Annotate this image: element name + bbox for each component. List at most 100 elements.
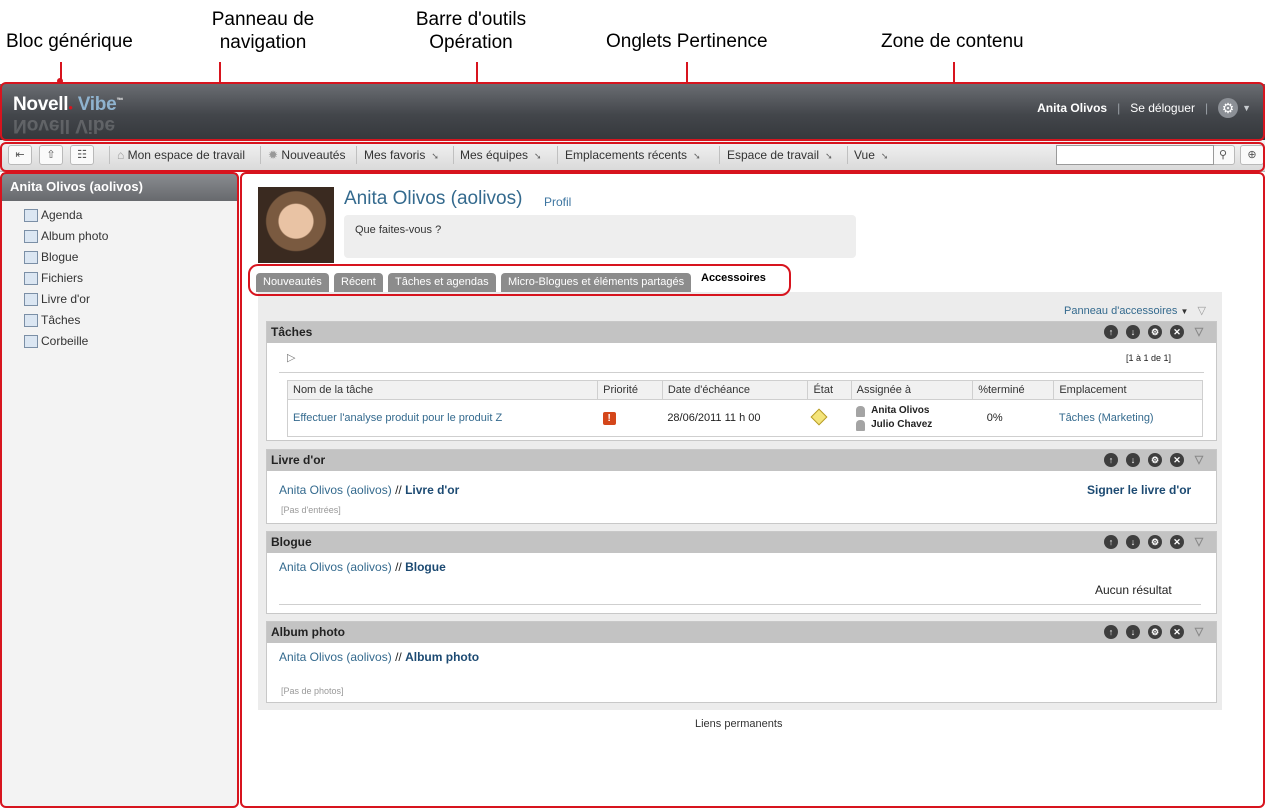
col-percent-done[interactable]: %terminé — [972, 380, 1055, 400]
state-cell — [807, 399, 852, 437]
profile-link[interactable]: Profil — [544, 195, 571, 209]
search-options-icon[interactable]: ⊕ — [1240, 145, 1264, 165]
move-down-icon[interactable]: ↓ — [1126, 625, 1140, 639]
toolbar-divider — [557, 146, 558, 164]
tab-accessories[interactable]: Accessoires — [692, 268, 775, 292]
accessory-panel-menu[interactable]: Panneau d'accessoires ▼ ▽ — [1064, 304, 1206, 317]
settings-icon[interactable]: ⚙ — [1148, 325, 1162, 339]
tab-whats-new[interactable]: Nouveautés — [256, 273, 329, 292]
chevron-down-icon: ▼ — [1180, 307, 1189, 316]
tree-icon[interactable]: ☷ — [70, 145, 94, 165]
album-path: Anita Olivos (aolivos) // Album photo — [279, 650, 480, 664]
col-due-date[interactable]: Date d'échéance — [661, 380, 809, 400]
priority-cell: ! — [597, 399, 663, 437]
col-location[interactable]: Emplacement — [1053, 380, 1203, 400]
col-state[interactable]: État — [807, 380, 852, 400]
toolbar-divider — [847, 146, 848, 164]
divider — [279, 604, 1201, 605]
guestbook-link[interactable]: Livre d'or — [405, 483, 459, 497]
close-icon[interactable]: ✕ — [1170, 625, 1184, 639]
toolbar-workspace[interactable]: Espace de travail ➘ — [727, 148, 833, 162]
menu-arrow-icon: ➘ — [825, 151, 833, 161]
sun-icon: ✹ — [268, 148, 279, 162]
col-task-name[interactable]: Nom de la tâche — [286, 380, 599, 400]
upload-icon[interactable]: ⇧ — [39, 145, 63, 165]
expand-triangle-icon[interactable]: ▷ — [287, 351, 295, 364]
sidebar-item-blog[interactable]: Blogue — [24, 250, 78, 264]
chevron-down-icon[interactable]: ▼ — [1242, 103, 1251, 113]
close-icon[interactable]: ✕ — [1170, 325, 1184, 339]
no-entries-note: [Pas d'entrées] — [281, 505, 341, 515]
navigation-panel: Anita Olivos (aolivos) Agenda Album phot… — [2, 173, 237, 806]
settings-icon[interactable]: ⚙ — [1148, 453, 1162, 467]
toolbar-favorites[interactable]: Mes favoris ➘ — [364, 148, 439, 162]
guestbook-accessory: Livre d'or ↑ ↓ ⚙ ✕ ▽ Anita Olivos (aolivos) … — [266, 449, 1217, 524]
pager: [1 à 1 de 1] — [1126, 353, 1172, 363]
collapse-nav-icon[interactable]: ⇤ — [8, 145, 32, 165]
move-down-icon[interactable]: ↓ — [1126, 453, 1140, 467]
current-user-link[interactable]: Anita Olivos — [1037, 101, 1107, 115]
settings-icon[interactable]: ⚙ — [1148, 535, 1162, 549]
assignee[interactable]: Julio Chavez — [856, 418, 968, 432]
user-avatar[interactable] — [258, 187, 334, 263]
state-icon[interactable] — [810, 408, 828, 425]
location-link[interactable]: Tâches (Marketing) — [1053, 399, 1203, 437]
collapse-triangle-icon[interactable]: ▽ — [1192, 625, 1206, 639]
menu-arrow-icon: ➘ — [693, 151, 701, 161]
owner-link[interactable]: Anita Olivos (aolivos) — [279, 483, 392, 497]
task-name-link[interactable]: Effectuer l'analyse produit pour le prod… — [286, 399, 598, 437]
sidebar-item-photo-album[interactable]: Album photo — [24, 229, 108, 243]
album-link[interactable]: Album photo — [405, 650, 479, 664]
move-up-icon[interactable]: ↑ — [1104, 535, 1118, 549]
sidebar-item-trash[interactable]: Corbeille — [24, 334, 88, 348]
col-assigned[interactable]: Assignée à — [850, 380, 974, 400]
move-up-icon[interactable]: ↑ — [1104, 453, 1118, 467]
sidebar-item-agenda[interactable]: Agenda — [24, 208, 82, 222]
collapse-triangle-icon[interactable]: ▽ — [1192, 325, 1206, 339]
sidebar-item-tasks[interactable]: Tâches — [24, 313, 80, 327]
photo-icon — [24, 229, 38, 243]
callout-generic-block: Bloc générique — [6, 31, 133, 52]
tab-recent[interactable]: Récent — [334, 273, 383, 292]
close-icon[interactable]: ✕ — [1170, 453, 1184, 467]
search-icon[interactable]: ⚲ — [1211, 145, 1235, 165]
move-up-icon[interactable]: ↑ — [1104, 325, 1118, 339]
callout-toolbar: Barre d'outils Opération — [406, 8, 536, 54]
move-down-icon[interactable]: ↓ — [1126, 535, 1140, 549]
menu-arrow-icon: ➘ — [431, 151, 439, 161]
status-input[interactable]: Que faites-vous ? — [344, 215, 856, 258]
callout-toolbar-line2: Opération — [429, 32, 513, 53]
toolbar-my-workspace[interactable]: ⌂ Mon espace de travail — [117, 148, 245, 162]
permalinks-link[interactable]: Liens permanents — [695, 718, 782, 730]
gear-icon[interactable]: ⚙ — [1218, 98, 1239, 118]
sidebar-item-guestbook[interactable]: Livre d'or — [24, 292, 90, 306]
tab-tasks-calendars[interactable]: Tâches et agendas — [388, 273, 496, 292]
search-input[interactable] — [1056, 145, 1214, 165]
collapse-triangle-icon[interactable]: ▽ — [1197, 305, 1205, 317]
assignee[interactable]: Anita Olivos — [856, 404, 968, 418]
logout-link[interactable]: Se déloguer — [1130, 101, 1195, 115]
owner-link[interactable]: Anita Olivos (aolivos) — [279, 650, 392, 664]
tab-microblogs[interactable]: Micro-Blogues et éléments partagés — [501, 273, 692, 292]
toolbar-recent-places[interactable]: Emplacements récents ➘ — [565, 148, 701, 162]
settings-icon[interactable]: ⚙ — [1148, 625, 1162, 639]
person-icon — [856, 405, 866, 417]
move-down-icon[interactable]: ↓ — [1126, 325, 1140, 339]
photo-album-accessory: Album photo ↑ ↓ ⚙ ✕ ▽ Anita Olivos (aolivos)… — [266, 621, 1217, 703]
callout-nav-panel: Panneau de navigation — [200, 8, 326, 54]
collapse-triangle-icon[interactable]: ▽ — [1192, 535, 1206, 549]
divider — [279, 372, 1204, 373]
col-priority[interactable]: Priorité — [597, 380, 663, 400]
blog-link[interactable]: Blogue — [405, 560, 446, 574]
sign-guestbook-link[interactable]: Signer le livre d'or — [1087, 483, 1191, 497]
toolbar-whats-new[interactable]: ✹ Nouveautés — [268, 148, 345, 162]
collapse-triangle-icon[interactable]: ▽ — [1192, 453, 1206, 467]
sidebar-item-files[interactable]: Fichiers — [24, 271, 83, 285]
toolbar-my-teams[interactable]: Mes équipes ➘ — [460, 148, 542, 162]
close-icon[interactable]: ✕ — [1170, 535, 1184, 549]
owner-link[interactable]: Anita Olivos (aolivos) — [279, 560, 392, 574]
guestbook-header: Livre d'or ↑ ↓ ⚙ ✕ ▽ — [267, 450, 1216, 471]
toolbar-view[interactable]: Vue ➘ — [854, 148, 888, 162]
move-up-icon[interactable]: ↑ — [1104, 625, 1118, 639]
callout-nav-panel-line2: navigation — [219, 32, 307, 53]
